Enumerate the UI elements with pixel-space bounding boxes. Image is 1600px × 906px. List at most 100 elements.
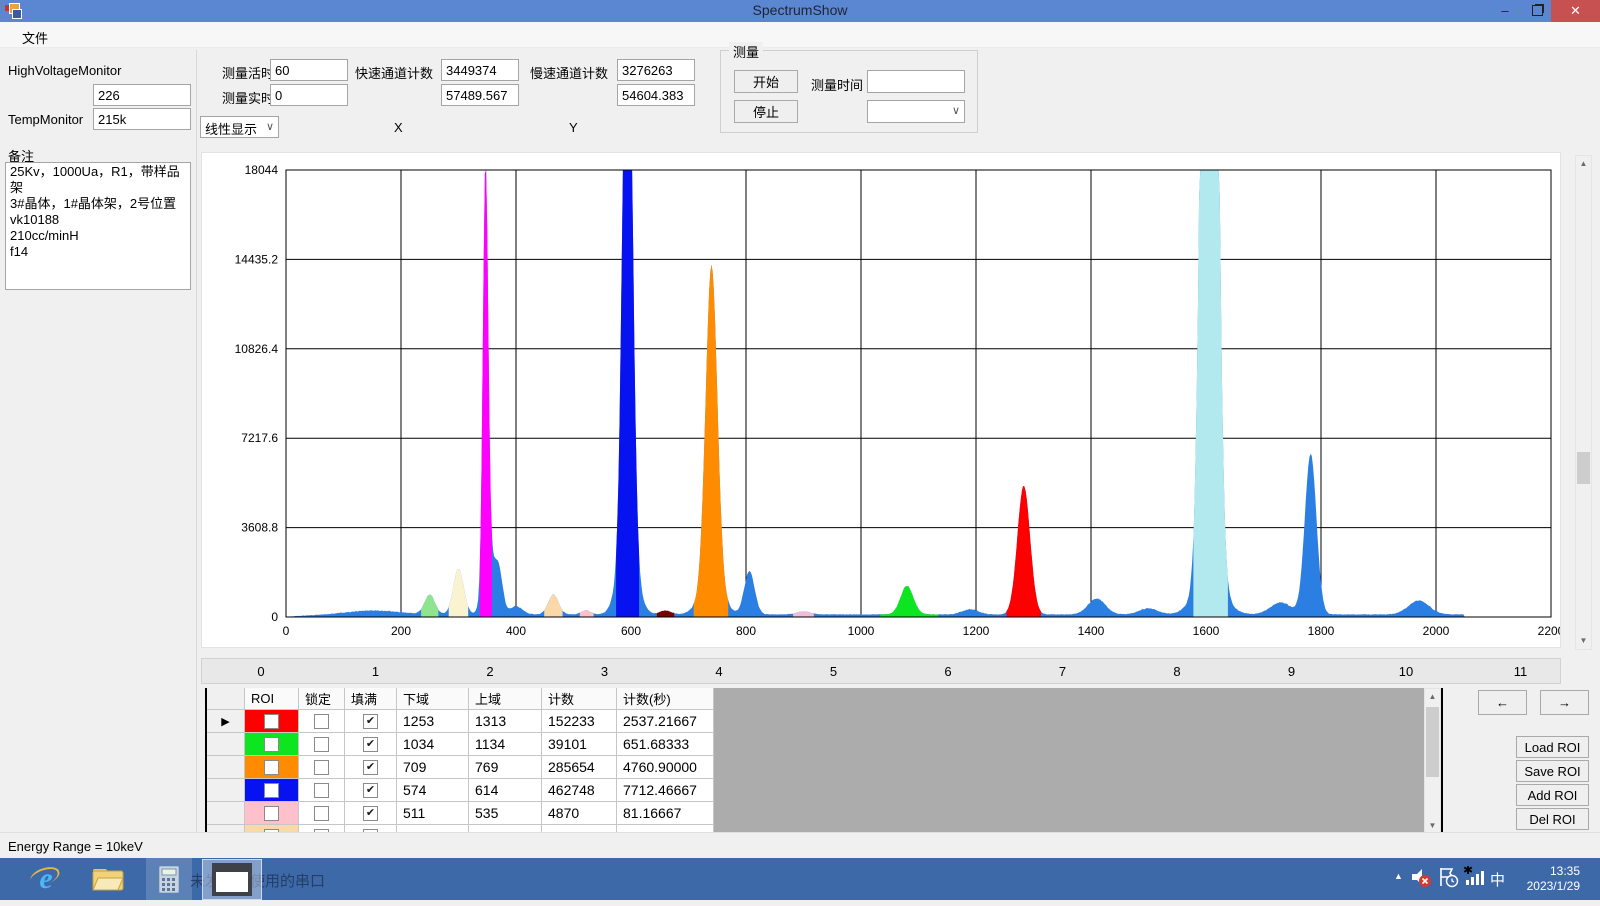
- start-button[interactable]: 开始: [734, 70, 798, 93]
- fill-cell[interactable]: ✔: [345, 710, 397, 733]
- cps-cell[interactable]: 2537.21667: [617, 710, 714, 733]
- row-selector[interactable]: [207, 756, 245, 779]
- roi-table-scrollbar[interactable]: ▲ ▼: [1424, 688, 1441, 835]
- restore-button[interactable]: [1524, 0, 1550, 22]
- fast-channel-count[interactable]: [441, 59, 519, 81]
- count-cell[interactable]: 285654: [542, 756, 617, 779]
- checkbox-checked[interactable]: ✔: [363, 760, 378, 775]
- checkbox-unchecked[interactable]: [264, 783, 279, 798]
- checkbox-checked[interactable]: ✔: [363, 714, 378, 729]
- load-roi-button[interactable]: Load ROI: [1516, 736, 1589, 758]
- checkbox-unchecked[interactable]: [314, 737, 329, 752]
- count-cell[interactable]: 4870: [542, 802, 617, 825]
- checkbox-checked[interactable]: ✔: [363, 737, 378, 752]
- slow-channel-rate[interactable]: [617, 84, 695, 106]
- checkbox-unchecked[interactable]: [264, 760, 279, 775]
- fill-cell[interactable]: ✔: [345, 733, 397, 756]
- lock-cell[interactable]: [299, 779, 345, 802]
- count-cell[interactable]: 39101: [542, 733, 617, 756]
- lower-bound-cell[interactable]: 709: [397, 756, 469, 779]
- row-selector[interactable]: [207, 733, 245, 756]
- checkbox-unchecked[interactable]: [264, 737, 279, 752]
- upper-bound-cell[interactable]: 1134: [469, 733, 542, 756]
- calculator-taskbar-slot[interactable]: [146, 858, 192, 900]
- column-header[interactable]: 计数(秒): [617, 688, 714, 710]
- volume-muted-icon[interactable]: [1410, 866, 1432, 888]
- real-time-input[interactable]: [270, 84, 348, 106]
- roi-table[interactable]: ROI锁定填满下域上域计数计数(秒)▶✔125313131522332537.2…: [205, 688, 1443, 835]
- scroll-down-icon[interactable]: ▼: [1576, 633, 1591, 649]
- roi-color-cell[interactable]: [245, 733, 299, 756]
- display-mode-combobox[interactable]: 线性显示 ∨: [200, 116, 279, 138]
- stop-button[interactable]: 停止: [734, 100, 798, 123]
- checkbox-unchecked[interactable]: [314, 760, 329, 775]
- checkbox-checked[interactable]: ✔: [363, 783, 378, 798]
- table-row[interactable]: ✔7097692856544760.90000: [207, 756, 1441, 779]
- count-cell[interactable]: 152233: [542, 710, 617, 733]
- column-header[interactable]: 填满: [345, 688, 397, 710]
- upper-bound-cell[interactable]: 614: [469, 779, 542, 802]
- checkbox-unchecked[interactable]: [314, 806, 329, 821]
- column-header[interactable]: 下域: [397, 688, 469, 710]
- cps-cell[interactable]: 7712.46667: [617, 779, 714, 802]
- close-button[interactable]: ✕: [1551, 0, 1600, 22]
- temp-monitor-value[interactable]: [93, 108, 191, 130]
- upper-bound-cell[interactable]: 535: [469, 802, 542, 825]
- notes-textarea[interactable]: 25Kv，1000Ua，R1，带样品架 3#晶体，1#晶体架，2号位置 vk10…: [5, 162, 191, 290]
- save-roi-button[interactable]: Save ROI: [1516, 760, 1589, 782]
- active-window-taskbar-button[interactable]: [202, 859, 262, 900]
- slow-channel-count[interactable]: [617, 59, 695, 81]
- checkbox-unchecked[interactable]: [264, 714, 279, 729]
- row-selector[interactable]: [207, 802, 245, 825]
- roi-color-cell[interactable]: [245, 779, 299, 802]
- column-header[interactable]: 计数: [542, 688, 617, 710]
- checkbox-unchecked[interactable]: [264, 806, 279, 821]
- checkbox-unchecked[interactable]: [314, 783, 329, 798]
- roi-prev-button[interactable]: ←: [1478, 690, 1527, 715]
- row-selector[interactable]: [207, 779, 245, 802]
- tray-expand-icon[interactable]: ▲: [1394, 871, 1403, 881]
- lower-bound-cell[interactable]: 511: [397, 802, 469, 825]
- cps-cell[interactable]: 651.68333: [617, 733, 714, 756]
- table-row[interactable]: ✔ 511535487081.16667: [207, 802, 1441, 825]
- roi-color-cell[interactable]: [245, 756, 299, 779]
- table-row[interactable]: ✔ 1034113439101651.68333: [207, 733, 1441, 756]
- lower-bound-cell[interactable]: 1253: [397, 710, 469, 733]
- scrollbar-thumb[interactable]: [1426, 707, 1439, 777]
- row-selector[interactable]: ▶: [207, 710, 245, 733]
- upper-bound-cell[interactable]: 1313: [469, 710, 542, 733]
- fill-cell[interactable]: ✔: [345, 802, 397, 825]
- live-time-input[interactable]: [270, 59, 348, 81]
- table-row[interactable]: ✔ 5746144627487712.46667: [207, 779, 1441, 802]
- add-roi-button[interactable]: Add ROI: [1516, 784, 1589, 806]
- fill-cell[interactable]: ✔: [345, 756, 397, 779]
- table-row[interactable]: ▶ ✔ 125313131522332537.21667: [207, 710, 1441, 733]
- fast-channel-rate[interactable]: [441, 84, 519, 106]
- lock-cell[interactable]: [299, 710, 345, 733]
- chart-vertical-scrollbar[interactable]: ▲ ▼: [1575, 155, 1592, 650]
- lock-cell[interactable]: [299, 733, 345, 756]
- menu-file[interactable]: 文件: [16, 26, 54, 49]
- action-center-flag-icon[interactable]: [1437, 866, 1459, 888]
- column-header[interactable]: ROI: [245, 688, 299, 710]
- column-header[interactable]: 锁定: [299, 688, 345, 710]
- hv-monitor-value[interactable]: [93, 84, 191, 106]
- lock-cell[interactable]: [299, 756, 345, 779]
- fill-cell[interactable]: ✔: [345, 779, 397, 802]
- roi-color-cell[interactable]: [245, 802, 299, 825]
- upper-bound-cell[interactable]: 769: [469, 756, 542, 779]
- lower-bound-cell[interactable]: 574: [397, 779, 469, 802]
- cps-cell[interactable]: 81.16667: [617, 802, 714, 825]
- lock-cell[interactable]: [299, 802, 345, 825]
- count-cell[interactable]: 462748: [542, 779, 617, 802]
- measure-time-input[interactable]: [867, 70, 965, 93]
- spectrum-chart[interactable]: 03608.87217.610826.414435.21804402004006…: [202, 153, 1560, 647]
- del-roi-button[interactable]: Del ROI: [1516, 808, 1589, 830]
- roi-color-cell[interactable]: [245, 710, 299, 733]
- tray-clock[interactable]: 13:35 2023/1/29: [1495, 864, 1580, 894]
- minimize-button[interactable]: –: [1490, 0, 1520, 22]
- lower-bound-cell[interactable]: 1034: [397, 733, 469, 756]
- checkbox-checked[interactable]: ✔: [363, 806, 378, 821]
- measure-combobox[interactable]: ∨: [867, 100, 965, 123]
- scrollbar-thumb[interactable]: [1577, 452, 1590, 484]
